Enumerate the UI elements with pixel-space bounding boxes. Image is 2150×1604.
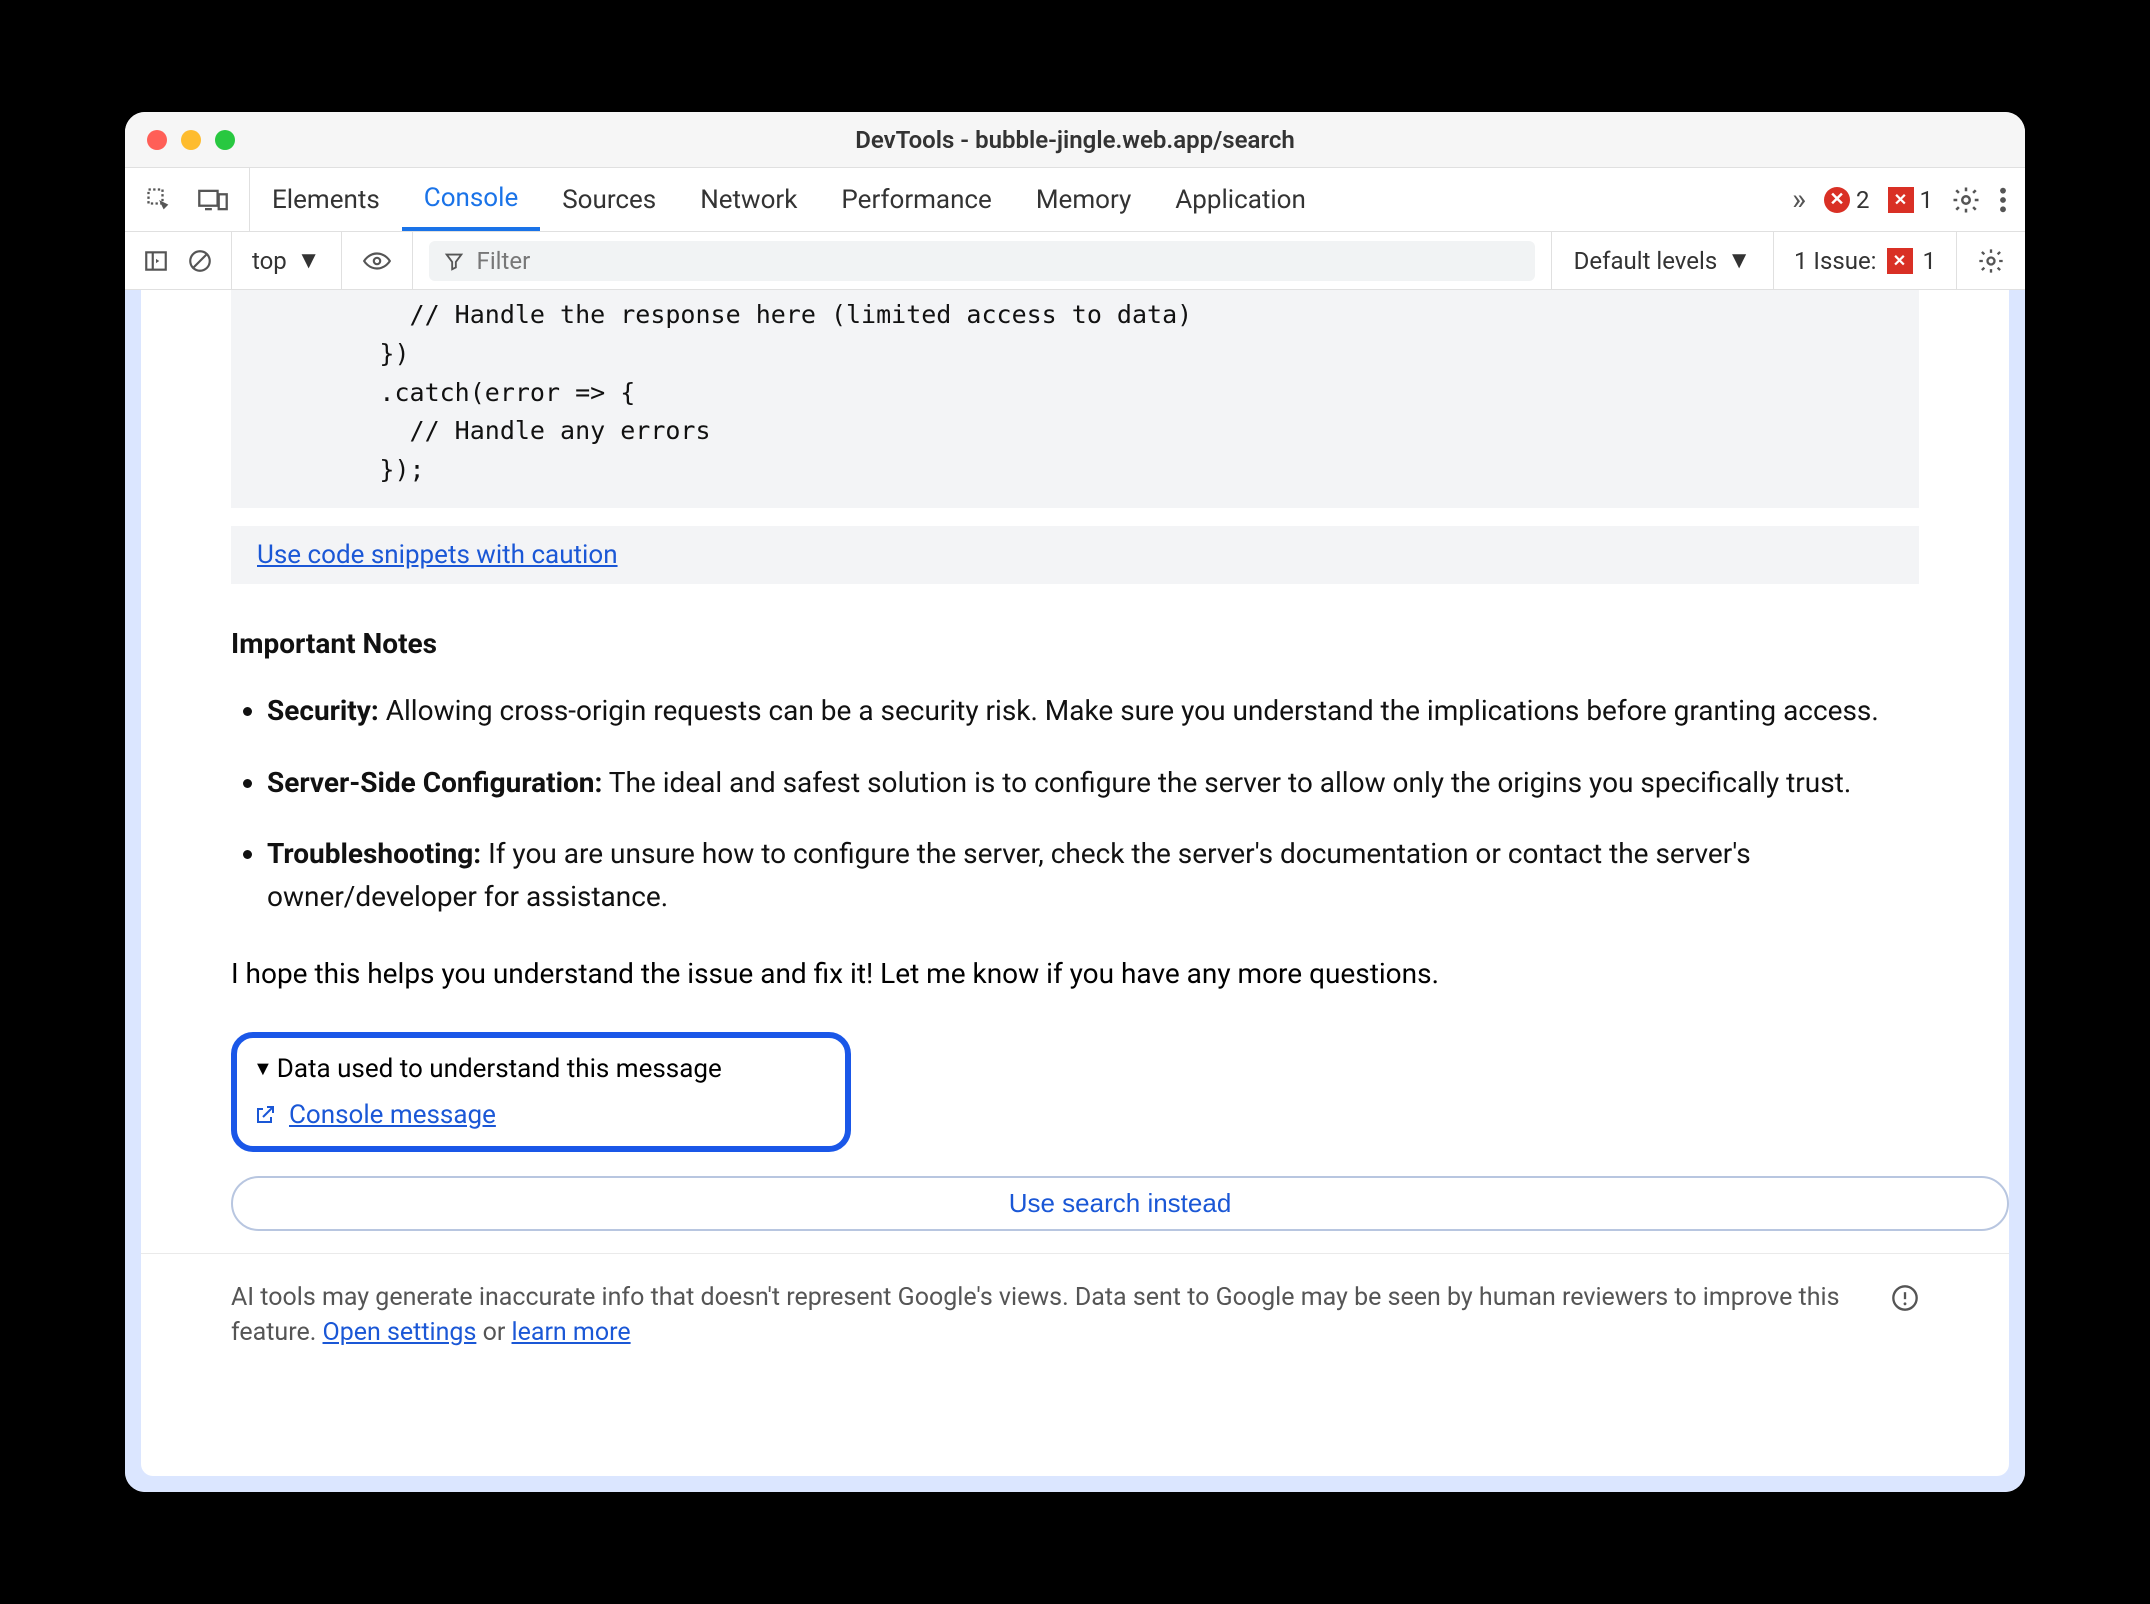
issues-count: 1 — [1923, 247, 1937, 275]
main-tabbar: Elements Console Sources Network Perform… — [125, 168, 2025, 232]
live-expression-icon[interactable] — [362, 248, 392, 274]
devtools-window: DevTools - bubble-jingle.web.app/search … — [125, 112, 2025, 1492]
chevron-down-icon: ▼ — [1727, 246, 1751, 275]
close-window-button[interactable] — [147, 130, 167, 150]
error-count-badge[interactable]: ✕ 2 — [1824, 186, 1870, 214]
note-label: Server-Side Configuration: — [267, 766, 602, 799]
kebab-menu-icon[interactable] — [1999, 186, 2007, 214]
tab-network[interactable]: Network — [678, 168, 819, 231]
note-label: Troubleshooting: — [267, 837, 481, 870]
maximize-window-button[interactable] — [215, 130, 235, 150]
footer-or: or — [476, 1318, 511, 1347]
learn-more-link[interactable]: learn more — [512, 1318, 631, 1347]
filter-input[interactable]: Filter — [429, 241, 1535, 281]
issue-flag-icon: ✕ — [1888, 187, 1914, 213]
note-item: Troubleshooting: If you are unsure how t… — [267, 832, 1919, 919]
tab-console[interactable]: Console — [402, 168, 540, 231]
window-title: DevTools - bubble-jingle.web.app/search — [125, 126, 2025, 154]
chevron-down-icon: ▼ — [297, 246, 321, 275]
more-tabs-icon[interactable]: » — [1792, 182, 1806, 217]
device-toolbar-icon[interactable] — [197, 186, 229, 214]
tab-application[interactable]: Application — [1153, 168, 1328, 231]
tab-sources[interactable]: Sources — [540, 168, 678, 231]
error-count: 2 — [1856, 186, 1870, 214]
filter-placeholder: Filter — [477, 247, 531, 275]
console-settings-gear-icon[interactable] — [1977, 247, 2005, 275]
use-search-instead-button[interactable]: Use search instead — [231, 1176, 2009, 1231]
disclosure-triangle-icon: ▼ — [253, 1056, 273, 1081]
traffic-lights — [147, 130, 235, 150]
note-item: Security: Allowing cross-origin requests… — [267, 689, 1919, 732]
console-toolbar: top ▼ Filter Default levels ▼ 1 Issue: ✕… — [125, 232, 2025, 290]
issue-flag-icon: ✕ — [1887, 248, 1913, 274]
issue-count-badge[interactable]: ✕ 1 — [1888, 186, 1934, 214]
context-selector[interactable]: top ▼ — [232, 232, 342, 289]
clear-console-icon[interactable] — [187, 248, 213, 274]
code-snippet: // Handle the response here (limited acc… — [231, 290, 1919, 508]
open-in-new-icon — [253, 1103, 277, 1127]
notes-section: Important Notes Security: Allowing cross… — [141, 612, 2009, 947]
levels-label: Default levels — [1574, 247, 1718, 275]
tab-elements[interactable]: Elements — [250, 168, 402, 231]
inspect-element-icon[interactable] — [145, 186, 173, 214]
tab-memory[interactable]: Memory — [1014, 168, 1153, 231]
issue-count: 1 — [1920, 186, 1934, 214]
filter-icon — [443, 250, 465, 272]
caution-bar: Use code snippets with caution — [231, 526, 1919, 584]
context-label: top — [252, 247, 287, 275]
ai-response-panel: // Handle the response here (limited acc… — [141, 290, 2009, 1476]
note-text: If you are unsure how to configure the s… — [267, 837, 1751, 913]
open-settings-link[interactable]: Open settings — [323, 1318, 477, 1347]
info-warning-icon[interactable] — [1891, 1284, 1919, 1312]
note-item: Server-Side Configuration: The ideal and… — [267, 761, 1919, 804]
notes-heading: Important Notes — [231, 622, 1919, 665]
data-used-box: ▼ Data used to understand this message C… — [231, 1032, 851, 1152]
note-text: The ideal and safest solution is to conf… — [602, 766, 1851, 799]
ai-footer: AI tools may generate inaccurate info th… — [141, 1253, 2009, 1350]
data-used-toggle[interactable]: ▼ Data used to understand this message — [253, 1054, 823, 1084]
console-content: // Handle the response here (limited acc… — [125, 290, 2025, 1492]
error-icon: ✕ — [1824, 187, 1850, 213]
minimize-window-button[interactable] — [181, 130, 201, 150]
caution-link[interactable]: Use code snippets with caution — [257, 540, 618, 570]
tab-performance[interactable]: Performance — [819, 168, 1013, 231]
note-text: Allowing cross-origin requests can be a … — [379, 694, 1879, 727]
issues-indicator[interactable]: 1 Issue: ✕ 1 — [1773, 232, 1956, 289]
issues-label: 1 Issue: — [1794, 247, 1877, 275]
note-label: Security: — [267, 694, 379, 727]
settings-gear-icon[interactable] — [1951, 185, 1981, 215]
titlebar: DevTools - bubble-jingle.web.app/search — [125, 112, 2025, 168]
toggle-sidebar-icon[interactable] — [143, 248, 169, 274]
log-levels-selector[interactable]: Default levels ▼ — [1551, 232, 1773, 289]
console-message-link[interactable]: Console message — [289, 1100, 496, 1130]
data-used-summary: Data used to understand this message — [277, 1054, 722, 1084]
closing-text: I hope this helps you understand the iss… — [141, 947, 2009, 1010]
